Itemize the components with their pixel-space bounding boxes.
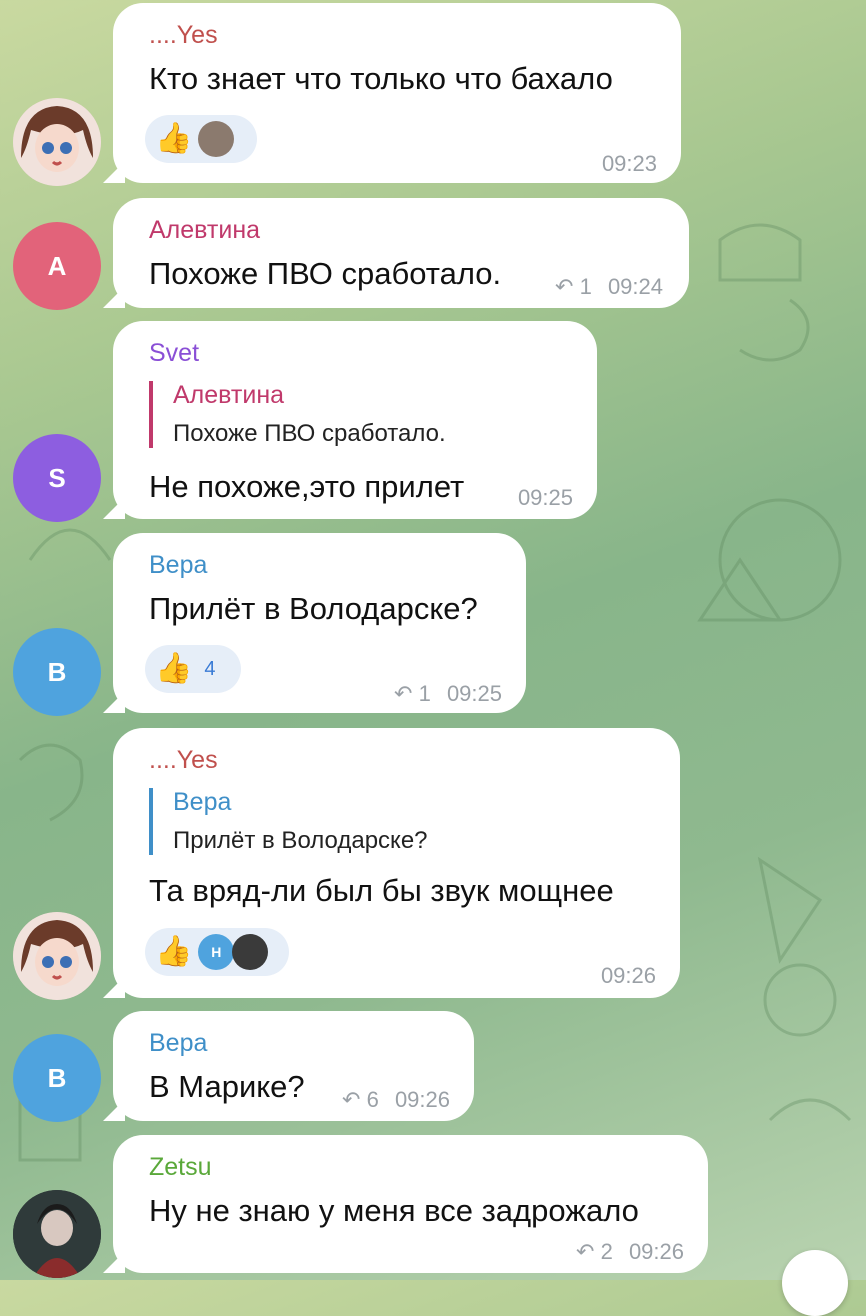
reactor-avatar (198, 121, 235, 157)
anime-character-avatar-icon (13, 1190, 101, 1278)
message-time: 09:24 (607, 274, 663, 299)
message-author[interactable]: Вера (149, 1029, 207, 1058)
reactor-letter: H (211, 944, 222, 960)
avatar[interactable] (13, 912, 101, 1000)
avatar[interactable]: S (13, 434, 101, 522)
message-time: 09:25 (446, 681, 502, 706)
thumbs-up-icon: 👍 (155, 935, 193, 968)
quote-text: Прилёт в Володарске? (173, 827, 428, 854)
avatar[interactable]: B (13, 1034, 101, 1122)
reply-icon: ↶ (555, 274, 574, 299)
message-text: Та вряд-ли был бы звук мощнее (149, 873, 614, 908)
message-bubble[interactable]: ....Yes Вера Прилёт в Володарске? Та вря… (113, 728, 680, 998)
message-text: Похоже ПВО сработало. (149, 256, 502, 291)
scroll-down-button[interactable] (782, 1250, 848, 1316)
quote-author: Вера (173, 788, 232, 816)
message-bubble[interactable]: Алевтина Похоже ПВО сработало. ↶ 1 09:24 (113, 198, 689, 308)
avatar[interactable] (13, 98, 101, 186)
avatar-letter: S (48, 462, 66, 493)
message-text: Прилёт в Володарске? (149, 591, 478, 626)
message-text: Не похоже,это прилет (149, 469, 465, 504)
reaction-chip[interactable]: 👍 H (145, 928, 289, 976)
message-bubble[interactable]: ....Yes Кто знает что только что бахало … (113, 3, 681, 183)
message-meta[interactable]: ↶ 1 09:25 (394, 681, 502, 707)
message-meta[interactable]: ↶ 2 09:26 (576, 1239, 684, 1265)
reply-quote[interactable]: Алевтина Похоже ПВО сработало. (149, 381, 446, 448)
message-meta[interactable]: ↶ 6 09:26 (342, 1087, 450, 1113)
message-time: 09:26 (394, 1087, 450, 1112)
message-author[interactable]: Svet (149, 339, 199, 368)
anime-girl-avatar-icon (13, 912, 101, 1000)
avatar[interactable] (13, 1190, 101, 1278)
message-time: 09:26 (628, 1239, 684, 1264)
message-bubble[interactable]: Вера Прилёт в Володарске? 👍 4 ↶ 1 09:25 (113, 533, 526, 713)
quote-text: Похоже ПВО сработало. (173, 420, 446, 447)
reactor-avatar: H (198, 934, 235, 970)
message-time: 09:26 (600, 963, 656, 988)
quote-author: Алевтина (173, 381, 285, 409)
reactor-avatar (232, 934, 269, 970)
message-author[interactable]: ....Yes (149, 21, 218, 50)
message-author[interactable]: Вера (149, 551, 207, 580)
message-text: Кто знает что только что бахало (149, 61, 613, 96)
message-text: В Марике? (149, 1069, 305, 1104)
message-author[interactable]: Алевтина (149, 216, 260, 245)
reaction-count: 4 (204, 657, 216, 680)
reply-quote[interactable]: Вера Прилёт в Володарске? (149, 788, 428, 855)
message-author[interactable]: Zetsu (149, 1153, 212, 1182)
avatar-letter: B (47, 1062, 67, 1093)
avatar-letter: B (47, 656, 67, 687)
avatar[interactable]: B (13, 628, 101, 716)
message-time: 09:23 (601, 151, 657, 176)
message-bubble[interactable]: Svet Алевтина Похоже ПВО сработало. Не п… (113, 321, 597, 519)
reply-count: 2 (600, 1239, 613, 1264)
message-text: Ну не знаю у меня все задрожало (149, 1193, 639, 1228)
message-author[interactable]: ....Yes (149, 746, 218, 775)
message-meta[interactable]: ↶ 1 09:24 (555, 274, 663, 300)
message-time: 09:25 (517, 485, 573, 510)
thumbs-up-icon: 👍 (155, 652, 193, 685)
reaction-chip[interactable]: 👍 4 (145, 645, 241, 693)
reply-icon: ↶ (576, 1239, 595, 1264)
message-bubble[interactable]: Вера В Марике? ↶ 6 09:26 (113, 1011, 474, 1121)
reply-count: 6 (366, 1087, 379, 1112)
thumbs-up-icon: 👍 (155, 122, 193, 155)
reaction-chip[interactable]: 👍 (145, 115, 257, 163)
anime-girl-avatar-icon (13, 98, 101, 186)
avatar-letter: A (47, 250, 67, 281)
message-bubble[interactable]: Zetsu Ну не знаю у меня все задрожало ↶ … (113, 1135, 708, 1273)
reply-icon: ↶ (342, 1087, 361, 1112)
avatar[interactable]: A (13, 222, 101, 310)
reply-count: 1 (579, 274, 592, 299)
reply-count: 1 (418, 681, 431, 706)
reply-icon: ↶ (394, 681, 413, 706)
